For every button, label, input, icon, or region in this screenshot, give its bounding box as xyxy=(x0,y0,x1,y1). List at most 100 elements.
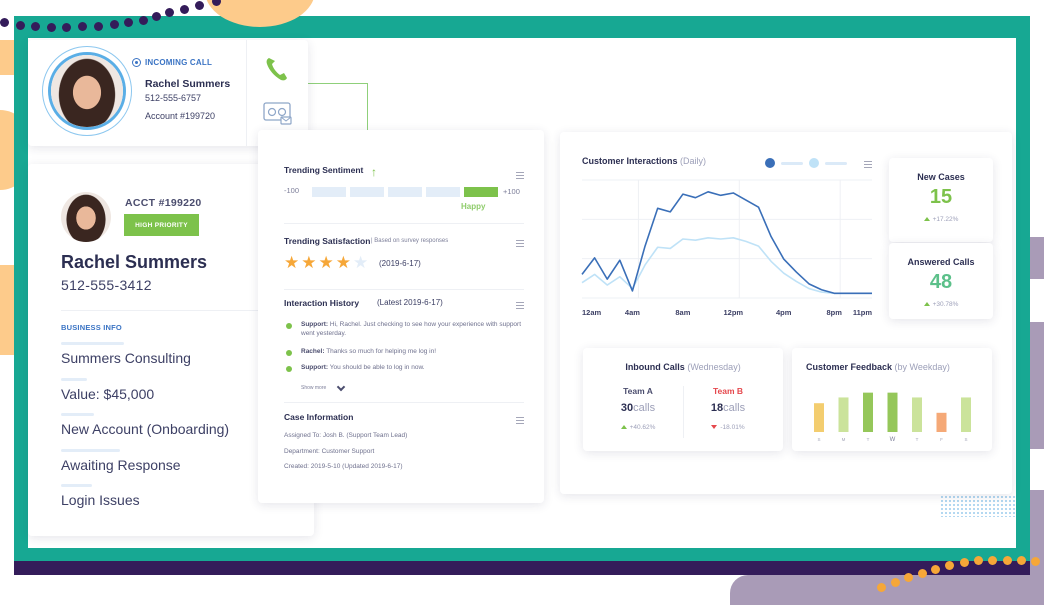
decor-dot xyxy=(918,569,927,578)
case-info-menu-icon[interactable] xyxy=(516,417,524,424)
x-tick-label: 4pm xyxy=(776,308,792,317)
weekday-label: S xyxy=(817,437,820,442)
business-item: New Account (Onboarding) xyxy=(61,421,230,437)
series-line-1 xyxy=(581,190,872,295)
phone-icon xyxy=(266,58,287,81)
message-bullet xyxy=(286,366,292,372)
stat-delta: +17.22% xyxy=(889,216,993,223)
field-bar xyxy=(61,378,87,381)
incoming-call-label-text: INCOMING CALL xyxy=(145,58,213,67)
decor-speckle xyxy=(940,495,1016,517)
sentiment-min: -100 xyxy=(284,186,300,195)
satisfaction-rating: ★ ★ ★ ★ ★ xyxy=(284,254,368,271)
business-item: Value: $45,000 xyxy=(61,386,155,402)
divider xyxy=(683,386,684,438)
customer-avatar xyxy=(61,192,111,242)
team-name: Team B xyxy=(712,386,744,396)
divider xyxy=(284,402,524,403)
feedback-bar[interactable] xyxy=(863,392,873,432)
feedback-bar[interactable] xyxy=(814,403,824,432)
customer-name: Rachel Summers xyxy=(61,252,208,272)
decor-dot xyxy=(110,20,119,29)
business-info-heading: BUSINESS INFO xyxy=(61,323,122,332)
message-text: You should be able to log in now. xyxy=(329,364,425,371)
feedback-bar[interactable] xyxy=(838,397,849,432)
divider xyxy=(284,223,524,224)
history-menu-icon[interactable] xyxy=(516,302,524,309)
star-empty-icon: ★ xyxy=(353,253,369,272)
sentiment-segment xyxy=(388,187,422,197)
sentiment-menu-icon[interactable] xyxy=(516,172,524,179)
feedback-bar-chart: SMTWTFS xyxy=(814,392,971,443)
message-text: Hi, Rachel. Just checking to see how you… xyxy=(301,321,522,337)
caller-photo xyxy=(51,55,123,127)
x-tick-label: 12pm xyxy=(724,308,744,317)
decor-dot xyxy=(165,8,174,17)
case-info-line: Assigned To: Josh B. (Support Team Lead) xyxy=(284,432,408,439)
sentiment-max: +100 xyxy=(503,187,520,196)
decor-dot xyxy=(1003,556,1012,565)
decor-dot xyxy=(960,558,969,567)
decor-dot xyxy=(47,23,56,32)
feedback-bar[interactable] xyxy=(912,397,922,432)
caller-account: Account #199720 xyxy=(145,111,216,121)
case-info-line: Department: Customer Support xyxy=(284,448,375,455)
x-tick-label: 8am xyxy=(675,308,690,317)
decor-dot xyxy=(31,22,40,31)
feedback-bar[interactable] xyxy=(961,397,971,432)
chevron-down-icon[interactable] xyxy=(336,382,346,392)
message-author: Support: xyxy=(301,321,329,328)
message-author: Support: xyxy=(301,364,329,371)
voicemail-icon xyxy=(263,102,292,125)
decor-dot xyxy=(974,556,983,565)
sentiment-segment xyxy=(426,187,460,197)
answer-call-button[interactable] xyxy=(265,56,289,87)
decor-dot xyxy=(1017,556,1026,565)
inbound-title: Inbound Calls (Wednesday) xyxy=(583,362,783,372)
stat-title: Answered Calls xyxy=(907,257,975,267)
satisfaction-title: Trending Satisfaction xyxy=(284,236,371,246)
decor-dot xyxy=(931,565,940,574)
stat-delta: +30.78% xyxy=(889,301,993,308)
incoming-call-label: INCOMING CALL xyxy=(132,58,212,67)
history-message: Support: Hi, Rachel. Just checking to se… xyxy=(301,321,531,338)
interactions-line-chart: 12am 4am 8am 12pm 4pm 8pm 11pm xyxy=(581,179,872,317)
decor-dot xyxy=(124,18,133,27)
decor-dot xyxy=(0,18,9,27)
satisfaction-menu-icon[interactable] xyxy=(516,240,524,247)
team-delta: +40.62% xyxy=(603,424,673,431)
field-bar xyxy=(61,413,94,416)
message-bullet xyxy=(286,323,292,329)
caller-phone: 512-555-6757 xyxy=(145,93,202,103)
trend-up-icon xyxy=(923,302,930,306)
history-message: Support: You should be able to log in no… xyxy=(301,364,531,373)
trend-up-icon xyxy=(620,425,627,429)
stat-value: 48 xyxy=(929,271,953,293)
decor-dot xyxy=(62,23,71,32)
field-bar xyxy=(61,342,124,345)
stat-title: New Cases xyxy=(917,172,965,182)
message-author: Rachel: xyxy=(301,348,325,355)
history-title: Interaction History xyxy=(284,298,360,308)
sentiment-state: Happy xyxy=(461,202,486,211)
decor-dot xyxy=(195,1,204,10)
case-info-line: Created: 2019-5-10 (Updated 2019-6-17) xyxy=(284,463,403,470)
divider xyxy=(284,289,524,290)
stat-delta-text: +30.78% xyxy=(932,301,959,308)
case-info-title: Case Information xyxy=(284,412,354,422)
message-text: Thanks so much for helping me log in! xyxy=(326,348,437,355)
star-filled-icon: ★ xyxy=(318,253,334,272)
show-more-link[interactable]: Show more xyxy=(301,385,326,391)
star-filled-icon: ★ xyxy=(284,253,300,272)
team-calls-value: 18 xyxy=(710,402,724,414)
feedback-bar[interactable] xyxy=(936,412,947,432)
team-delta: -18.01% xyxy=(693,424,763,431)
decor-dot xyxy=(180,5,189,14)
voicemail-button[interactable] xyxy=(263,102,293,131)
feedback-bar[interactable] xyxy=(887,392,898,432)
weekday-label: W xyxy=(890,437,896,443)
history-date: (Latest 2019-6-17) xyxy=(377,298,443,307)
x-tick-label: 12am xyxy=(582,308,602,317)
decor-dot xyxy=(988,556,997,565)
incoming-call-icon xyxy=(132,58,141,67)
